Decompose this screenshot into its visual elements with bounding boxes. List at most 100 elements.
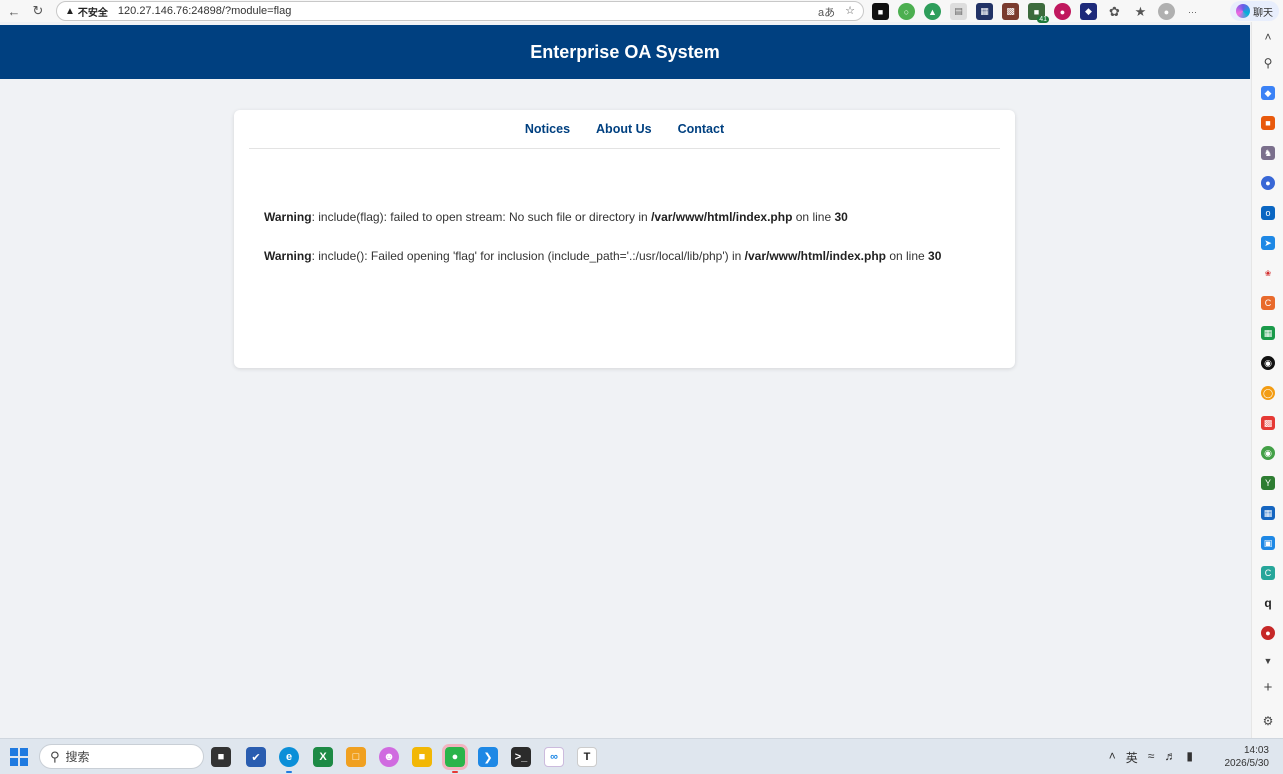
send-icon[interactable]: ➤ xyxy=(1261,236,1275,250)
extension-icon[interactable]: Y xyxy=(1261,476,1275,490)
chevron-up-icon[interactable]: ˄ xyxy=(1109,749,1116,766)
active-indicator xyxy=(452,771,458,773)
extension-icon[interactable]: ▦ xyxy=(1261,506,1275,520)
scroll-up-icon[interactable]: ˄ xyxy=(1261,30,1275,44)
reader-icon[interactable]: ▤ xyxy=(950,3,967,20)
outlook-icon[interactable]: o xyxy=(1261,206,1275,220)
extension-icon[interactable]: C xyxy=(1261,566,1275,580)
terminal-icon[interactable]: >_ xyxy=(511,747,531,767)
extension-icon[interactable]: ● xyxy=(1054,3,1071,20)
browser-sidebar: ˄ ⚲ ◆ ■ ♞ ● o ➤ ❀ C ▦ ◉ ◯ ▩ ◉ Y ▦ ▣ C q … xyxy=(1251,22,1283,738)
system-tray: ˄ 英 ≈ ♬ ▮ xyxy=(1109,749,1193,766)
windows-start-icon[interactable] xyxy=(10,748,28,766)
tag-icon[interactable]: ◆ xyxy=(1261,86,1275,100)
extension-icon[interactable]: ▩ xyxy=(1002,3,1019,20)
extension-icon[interactable]: ■ 41 xyxy=(1028,3,1049,23)
gear-icon[interactable]: ⚙ xyxy=(1261,714,1275,728)
url-text[interactable]: 120.27.146.76:24898/?module=flag xyxy=(118,5,291,17)
clock-time: 14:03 xyxy=(1243,745,1269,756)
warning-message: : include(): Failed opening 'flag' for i… xyxy=(311,249,745,263)
warning-file: /var/www/html/index.php xyxy=(744,249,886,263)
add-icon[interactable]: + xyxy=(1261,679,1275,696)
q-icon[interactable]: q xyxy=(1261,596,1275,610)
puzzle-icon[interactable]: ✿ xyxy=(1106,3,1123,20)
nav-link-contact[interactable]: Contact xyxy=(678,122,725,148)
favorite-star-icon[interactable]: ☆ xyxy=(845,4,855,20)
app-icon[interactable]: ∞ xyxy=(544,747,564,767)
browser-toolbar: ← ↻ ▲ 不安全 120.27.146.76:24898/?module=fla… xyxy=(0,0,1283,23)
warning-label: Warning xyxy=(264,249,312,263)
copilot-icon xyxy=(1236,4,1250,18)
back-icon[interactable]: ← xyxy=(4,1,24,21)
extension-icon[interactable]: ◯ xyxy=(1261,386,1275,400)
more-icon[interactable]: ··· xyxy=(1184,3,1201,20)
warning-file: /var/www/html/index.php xyxy=(651,210,793,224)
extension-icon[interactable]: ◉ xyxy=(1261,446,1275,460)
taskbar: ⚲ 搜索 ■ ✔ e X □ ☻ ■ ● ❯ >_ ∞ T ˄ 英 ≈ ♬ ▮ … xyxy=(0,738,1283,774)
warning-line-text: on line xyxy=(886,249,929,263)
main-nav: Notices About Us Contact xyxy=(249,122,1000,149)
task-view-icon[interactable]: ■ xyxy=(211,747,231,767)
extension-icon[interactable]: ■ xyxy=(872,3,889,20)
wifi-icon[interactable]: ≈ xyxy=(1148,749,1155,766)
extension-badge: 41 xyxy=(1037,16,1049,23)
excel-icon[interactable]: X xyxy=(313,747,333,767)
edge-icon[interactable]: e xyxy=(279,747,299,767)
nav-link-notices[interactable]: Notices xyxy=(525,122,570,148)
toolbox-icon[interactable]: ■ xyxy=(1261,116,1275,130)
favorites-icon[interactable]: ★ xyxy=(1132,3,1149,20)
warning-line-text: on line xyxy=(792,210,835,224)
extension-icon[interactable]: ▩ xyxy=(1261,416,1275,430)
chat-button[interactable]: 聊天 xyxy=(1230,1,1279,21)
app-icon[interactable]: ✔ xyxy=(246,747,266,767)
vscode-icon[interactable]: ❯ xyxy=(478,747,498,767)
warning-line-number: 30 xyxy=(834,210,848,224)
extension-icon[interactable]: ◆ xyxy=(1080,3,1097,20)
extension-icon[interactable]: ◉ xyxy=(1261,356,1275,370)
warning-triangle-icon: ▲ xyxy=(65,5,75,17)
battery-icon[interactable]: ▮ xyxy=(1186,749,1193,766)
extensions-row: ■ ○ ▲ ▤ ▦ ▩ ■ 41 ● ◆ ✿ ★ ● ··· xyxy=(872,3,1201,23)
extension-icon[interactable]: ▦ xyxy=(976,3,993,20)
security-indicator[interactable]: ▲ 不安全 xyxy=(65,4,108,19)
extension-icon[interactable]: ▦ xyxy=(1261,326,1275,340)
reload-icon[interactable]: ↻ xyxy=(28,1,48,21)
ime-indicator[interactable]: 英 xyxy=(1126,749,1138,766)
volume-icon[interactable]: ♬ xyxy=(1164,749,1176,766)
security-label: 不安全 xyxy=(77,7,108,19)
php-warning: Warning: include(flag): failed to open s… xyxy=(264,210,848,224)
page-title: Enterprise OA System xyxy=(530,41,720,62)
search-placeholder: 搜索 xyxy=(65,750,90,764)
extension-icon[interactable]: ● xyxy=(1261,626,1275,640)
profile-avatar-icon[interactable]: ● xyxy=(1158,3,1175,20)
chat-label: 聊天 xyxy=(1253,7,1273,19)
address-bar[interactable]: ▲ 不安全 120.27.146.76:24898/?module=flag aあ… xyxy=(56,1,864,21)
extension-icon[interactable]: ❀ xyxy=(1261,266,1275,280)
translate-icon[interactable]: aあ xyxy=(818,4,835,20)
extension-icon[interactable]: C xyxy=(1261,296,1275,310)
wechat-icon[interactable]: ● xyxy=(442,744,468,770)
php-warning: Warning: include(): Failed opening 'flag… xyxy=(264,249,941,263)
file-explorer-icon[interactable]: ■ xyxy=(412,747,432,767)
search-icon: ⚲ xyxy=(50,748,60,764)
games-icon[interactable]: ♞ xyxy=(1261,146,1275,160)
taskbar-search[interactable]: ⚲ 搜索 xyxy=(39,744,204,769)
warning-line-number: 30 xyxy=(928,249,942,263)
site-header: Enterprise OA System xyxy=(0,25,1250,79)
system-clock[interactable]: 14:03 2026/5/30 xyxy=(1225,744,1270,770)
extension-icon[interactable]: ▲ xyxy=(924,3,941,20)
extension-icon[interactable]: ○ xyxy=(898,3,915,20)
content-card: Notices About Us Contact Warning: includ… xyxy=(234,110,1015,368)
extension-icon[interactable]: ▣ xyxy=(1261,536,1275,550)
active-indicator xyxy=(286,771,292,773)
warning-label: Warning xyxy=(264,210,312,224)
typora-icon[interactable]: T xyxy=(577,747,597,767)
chevron-down-icon[interactable]: ▼ xyxy=(1261,654,1275,668)
search-icon[interactable]: ⚲ xyxy=(1261,56,1275,70)
cat-app-icon[interactable]: ☻ xyxy=(379,747,399,767)
extension-icon[interactable]: ● xyxy=(1261,176,1275,190)
warning-message: : include(flag): failed to open stream: … xyxy=(311,210,652,224)
clock-date: 2026/5/30 xyxy=(1224,758,1270,769)
nav-link-about-us[interactable]: About Us xyxy=(596,122,652,148)
app-icon[interactable]: □ xyxy=(346,747,366,767)
